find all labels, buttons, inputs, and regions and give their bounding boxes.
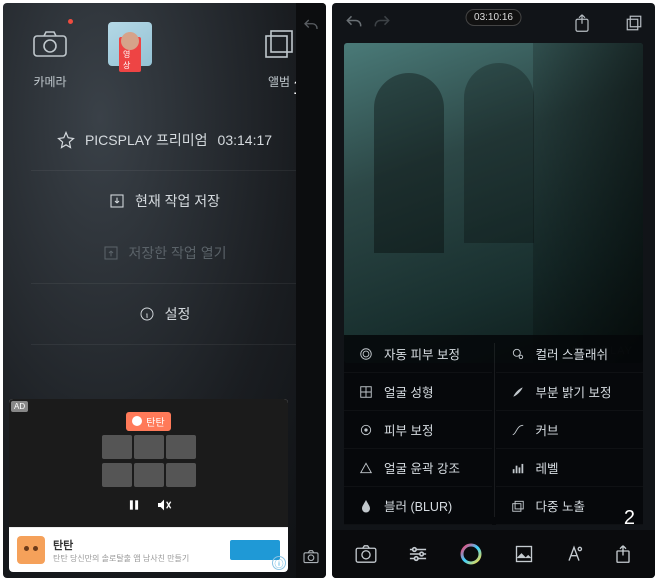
recent-thumbnail-tab[interactable]: 동영상 bbox=[101, 21, 159, 87]
ad-footer: 탄탄 탄탄 당신만의 솔로탈출 앱 남사친 만들기 bbox=[9, 527, 288, 572]
export-icon[interactable] bbox=[573, 13, 591, 33]
camera-icon[interactable] bbox=[355, 545, 377, 563]
top-tabs: 카메라 동영상 앨범 bbox=[3, 3, 326, 98]
undo-icon[interactable] bbox=[344, 13, 364, 33]
star-icon bbox=[57, 131, 75, 149]
ad-badge: AD bbox=[11, 401, 28, 412]
histogram-icon bbox=[510, 461, 526, 475]
tool-curve[interactable]: 커브 bbox=[496, 411, 644, 449]
camera-tab-label: 카메라 bbox=[33, 73, 66, 90]
settings-label: 설정 bbox=[165, 304, 191, 324]
premium-label: PICSPLAY 프리미엄 bbox=[85, 130, 208, 150]
text-icon[interactable] bbox=[564, 544, 584, 564]
triangle-icon bbox=[358, 461, 374, 475]
share-icon[interactable] bbox=[614, 544, 632, 564]
tool-blur[interactable]: 블러 (BLUR) bbox=[344, 487, 492, 525]
tool-face-contour[interactable]: 얼굴 윤곽 강조 bbox=[344, 449, 492, 487]
album-icon bbox=[264, 29, 294, 59]
brush-icon bbox=[510, 385, 526, 399]
undo-icon[interactable] bbox=[302, 17, 320, 35]
tool-label: 컬러 스플래쉬 bbox=[536, 344, 608, 363]
info-icon bbox=[139, 306, 155, 322]
divider bbox=[31, 344, 298, 345]
tool-label: 얼굴 윤곽 강조 bbox=[384, 458, 460, 477]
curve-icon bbox=[510, 423, 526, 437]
tool-label: 커브 bbox=[536, 420, 559, 439]
advertisement-card[interactable]: AD 탄탄 탄탄 탄탄 당신만의 솔로탈출 앱 남사친 만들기 bbox=[9, 399, 288, 572]
camera-icon bbox=[33, 31, 67, 57]
screenshot-2: 03:10:16 PICSPLAY 자동 피부 보정 컬러 스플래쉬 얼굴 성형… bbox=[332, 3, 655, 578]
tool-grid: 자동 피부 보정 컬러 스플래쉬 얼굴 성형 부분 밝기 보정 피부 보정 커브 bbox=[344, 335, 643, 525]
ad-media: 탄탄 bbox=[9, 399, 288, 527]
screenshot-1: 카메라 동영상 앨범 bbox=[3, 3, 326, 578]
open-icon bbox=[103, 245, 119, 261]
album-tab-label: 앨범 bbox=[268, 73, 290, 90]
color-ring-icon[interactable] bbox=[459, 542, 483, 566]
open-saved-label: 저장한 작업 열기 bbox=[129, 243, 227, 263]
ad-subtitle: 탄탄 당신만의 솔로탈출 앱 남사친 만들기 bbox=[53, 553, 222, 564]
camera-tab[interactable]: 카메라 bbox=[21, 21, 79, 90]
layers-icon[interactable] bbox=[625, 14, 643, 32]
premium-time: 03:14:17 bbox=[218, 132, 273, 148]
ad-cta-button[interactable] bbox=[230, 540, 280, 560]
picture-icon[interactable] bbox=[514, 544, 534, 564]
image-canvas[interactable]: PICSPLAY bbox=[344, 43, 643, 363]
redo-icon[interactable] bbox=[372, 13, 392, 33]
tool-label: 피부 보정 bbox=[384, 420, 433, 439]
divider bbox=[31, 170, 298, 171]
time-badge: 03:10:16 bbox=[465, 9, 522, 26]
editor-topbar: 03:10:16 bbox=[332, 3, 655, 43]
tool-label: 부분 밝기 보정 bbox=[536, 382, 612, 401]
bottom-toolbar bbox=[332, 530, 655, 578]
grid-icon bbox=[358, 385, 374, 399]
ad-app-logo bbox=[17, 536, 45, 564]
save-current-label: 현재 작업 저장 bbox=[135, 191, 220, 211]
camera-mini-icon[interactable] bbox=[302, 550, 320, 564]
recent-thumbnail: 동영상 bbox=[108, 22, 152, 66]
open-saved-row: 저장한 작업 열기 bbox=[3, 227, 326, 279]
drop-icon bbox=[358, 499, 374, 513]
tool-auto-skin[interactable]: 자동 피부 보정 bbox=[344, 335, 492, 373]
circle-dot-icon bbox=[358, 423, 374, 437]
divider bbox=[31, 283, 298, 284]
adjust-icon[interactable] bbox=[407, 545, 429, 563]
ad-title: 탄탄 bbox=[53, 537, 222, 553]
settings-row[interactable]: 설정 bbox=[3, 288, 326, 340]
sparkle-icon bbox=[358, 347, 374, 361]
tool-level[interactable]: 레벨 bbox=[496, 449, 644, 487]
screenshot-index-2: 2 bbox=[624, 507, 635, 530]
tool-label: 레벨 bbox=[536, 458, 559, 477]
pause-icon[interactable] bbox=[124, 495, 144, 515]
save-icon bbox=[109, 193, 125, 209]
premium-row[interactable]: PICSPLAY 프리미엄 03:14:17 bbox=[3, 114, 326, 166]
stack-icon bbox=[510, 499, 526, 513]
save-current-row[interactable]: 현재 작업 저장 bbox=[3, 175, 326, 227]
splash-icon bbox=[510, 347, 526, 361]
tool-label: 자동 피부 보정 bbox=[384, 344, 460, 363]
tool-label: 얼굴 성형 bbox=[384, 382, 433, 401]
ad-media-label: 탄탄 bbox=[126, 412, 170, 431]
tool-color-splash[interactable]: 컬러 스플래쉬 bbox=[496, 335, 644, 373]
mute-icon[interactable] bbox=[154, 495, 174, 515]
ad-info-icon[interactable]: ⓘ bbox=[272, 556, 286, 570]
tool-label: 블러 (BLUR) bbox=[384, 496, 452, 515]
camera-red-dot bbox=[68, 19, 73, 24]
tool-local-brightness[interactable]: 부분 밝기 보정 bbox=[496, 373, 644, 411]
editor-collapsed-bar bbox=[296, 3, 326, 578]
video-badge: 동영상 bbox=[119, 37, 141, 72]
tool-skin[interactable]: 피부 보정 bbox=[344, 411, 492, 449]
tool-multi-exposure[interactable]: 다중 노출 bbox=[496, 487, 644, 525]
tool-label: 다중 노출 bbox=[536, 496, 585, 515]
tool-face-shape[interactable]: 얼굴 성형 bbox=[344, 373, 492, 411]
